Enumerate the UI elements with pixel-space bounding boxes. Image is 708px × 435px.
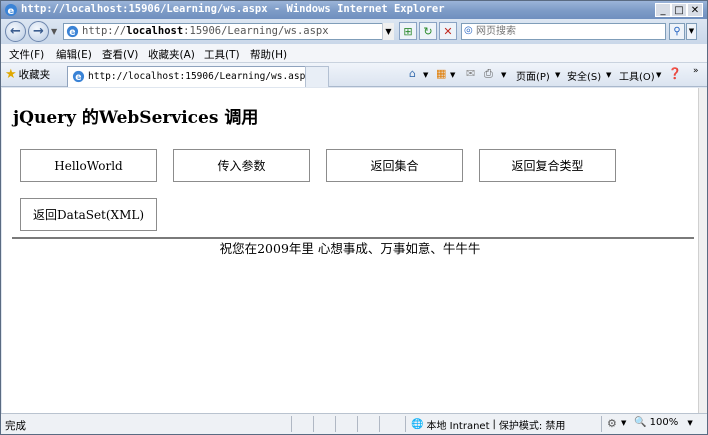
navigation-bar: ← → ▼ e http://localhost:15906/Learning/… — [1, 19, 707, 44]
status-divider — [601, 416, 602, 432]
chevron-down-icon: ▼ — [385, 27, 392, 36]
status-divider — [313, 416, 314, 432]
tab-label: http://localhost:15906/Learning/ws.aspx — [88, 71, 312, 82]
compatibility-icon: ⊞ — [403, 24, 413, 38]
menu-file[interactable]: 文件(F) — [9, 47, 44, 62]
tab-current[interactable]: e http://localhost:15906/Learning/ws.asp… — [67, 66, 329, 87]
page-menu[interactable]: 页面(P) — [516, 68, 550, 83]
close-button[interactable]: ✕ — [687, 3, 703, 17]
title-bar: e http://localhost:15906/Learning/ws.asp… — [1, 1, 707, 19]
chevron-down-icon: ▼ — [688, 27, 695, 35]
star-icon: ★ — [5, 67, 17, 82]
tools-menu[interactable]: 工具(O) — [619, 68, 655, 83]
status-text: 完成 — [5, 420, 26, 432]
print-dropdown-icon[interactable]: ▼ — [501, 71, 506, 79]
home-dropdown-icon[interactable]: ▼ — [423, 71, 428, 79]
zoom-icon: 🔍 — [634, 417, 647, 428]
stop-button[interactable]: ✕ — [439, 22, 457, 40]
compatibility-view-button[interactable]: ⊞ — [399, 22, 417, 40]
menu-view[interactable]: 查看(V) — [102, 47, 138, 62]
forward-arrow-icon: → — [33, 24, 44, 39]
address-dropdown[interactable]: ▼ — [382, 23, 394, 40]
popup-blocker-icon[interactable]: ⚙ — [607, 417, 617, 430]
status-divider — [379, 416, 380, 432]
tab-ie-icon: e — [72, 70, 85, 83]
svg-text:e: e — [75, 72, 81, 83]
help-icon[interactable]: ❓ — [668, 67, 682, 80]
zoom-level: 100% — [649, 417, 679, 428]
url-prefix: http:// — [82, 25, 127, 37]
address-bar[interactable]: e http://localhost:15906/Learning/ws.asp… — [63, 23, 394, 40]
search-input[interactable] — [476, 25, 661, 38]
protected-mode-label: 保护模式: 禁用 — [498, 421, 566, 432]
status-divider — [357, 416, 358, 432]
page-dropdown-icon: ▼ — [555, 71, 561, 79]
ie-logo-icon: e — [5, 4, 17, 17]
return-complex-type-button[interactable]: 返回复合类型 — [479, 149, 616, 182]
status-divider — [405, 416, 406, 432]
security-zone[interactable]: 🌐 本地 Intranet | 保护模式: 禁用 — [411, 417, 565, 432]
svg-text:e: e — [69, 27, 75, 38]
page-ie-icon: e — [66, 25, 79, 38]
refresh-button[interactable]: ↻ — [419, 22, 437, 40]
history-dropdown[interactable]: ▼ — [51, 27, 57, 36]
stop-icon: ✕ — [443, 24, 453, 38]
search-icon: ⚲ — [673, 26, 681, 37]
maximize-button[interactable]: □ — [671, 3, 687, 17]
hello-world-button[interactable]: HelloWorld — [20, 149, 157, 182]
safety-menu[interactable]: 安全(S) — [567, 68, 601, 83]
menu-tools[interactable]: 工具(T) — [204, 47, 240, 62]
globe-icon: 🌐 — [411, 419, 424, 430]
back-arrow-icon: ← — [10, 24, 21, 39]
tools-dropdown-icon: ▼ — [656, 71, 662, 79]
return-dataset-button[interactable]: 返回DataSet(XML) — [20, 198, 157, 231]
feeds-icon[interactable]: ▦ — [436, 67, 446, 80]
result-message: 祝您在2009年里 心想事成、万事如意、牛牛牛 — [219, 241, 481, 256]
return-collection-button[interactable]: 返回集合 — [326, 149, 463, 182]
minimize-button[interactable]: _ — [655, 3, 671, 17]
safety-dropdown-icon: ▼ — [606, 71, 612, 79]
address-url[interactable]: http://localhost:15906/Learning/ws.aspx — [82, 25, 329, 37]
feeds-dropdown-icon[interactable]: ▼ — [450, 71, 455, 79]
back-button[interactable]: ← — [5, 21, 26, 42]
menu-bar: 文件(F) 编辑(E) 查看(V) 收藏夹(A) 工具(T) 帮助(H) — [1, 44, 707, 63]
menu-help[interactable]: 帮助(H) — [250, 47, 287, 62]
print-icon[interactable]: ⎙ — [484, 67, 493, 81]
search-button[interactable]: ⚲ — [669, 23, 685, 40]
status-divider — [291, 416, 292, 432]
favorites-button[interactable]: ★ 收藏夹 — [5, 67, 50, 82]
url-host: localhost — [126, 25, 184, 37]
minimize-icon: _ — [660, 4, 666, 16]
new-tab-button[interactable] — [305, 66, 329, 87]
search-options-dropdown[interactable]: ▼ — [686, 23, 697, 40]
chevron-down-icon: ▼ — [687, 419, 693, 427]
home-icon[interactable]: ⌂ — [409, 67, 416, 80]
page-content: jQuery 的WebServices 调用 HelloWorld 传入参数 返… — [2, 88, 698, 413]
browser-window: e http://localhost:15906/Learning/ws.asp… — [0, 0, 708, 435]
pass-params-button[interactable]: 传入参数 — [173, 149, 310, 182]
search-box[interactable]: ◎ — [461, 23, 666, 40]
svg-text:e: e — [8, 6, 15, 17]
menu-edit[interactable]: 编辑(E) — [56, 47, 92, 62]
status-bar: 完成 🌐 本地 Intranet | 保护模式: 禁用 ⚙ ▼ 🔍 100% ▼ — [1, 413, 707, 434]
forward-button[interactable]: → — [28, 21, 49, 42]
url-path: :15906/Learning/ws.aspx — [183, 25, 329, 37]
close-icon: ✕ — [690, 4, 700, 16]
vertical-scrollbar[interactable] — [698, 88, 707, 413]
chevron-right-icon[interactable]: » — [693, 66, 699, 76]
search-provider-icon: ◎ — [464, 25, 473, 36]
maximize-icon: □ — [674, 4, 684, 16]
refresh-icon: ↻ — [423, 24, 433, 38]
page-title: jQuery 的WebServices 调用 — [13, 108, 259, 128]
favorites-label: 收藏夹 — [18, 69, 51, 81]
zone-separator: | — [492, 419, 496, 430]
status-divider — [335, 416, 336, 432]
tab-row: ★ 收藏夹 e http://localhost:15906/Learning/… — [1, 63, 707, 87]
chevron-down-icon[interactable]: ▼ — [621, 419, 626, 427]
mail-icon[interactable]: ✉ — [466, 67, 475, 80]
zone-label: 本地 Intranet — [426, 421, 490, 432]
window-title: http://localhost:15906/Learning/ws.aspx … — [21, 3, 445, 15]
menu-favorites[interactable]: 收藏夹(A) — [148, 47, 195, 62]
zoom-control[interactable]: 🔍 100% ▼ — [634, 417, 693, 428]
